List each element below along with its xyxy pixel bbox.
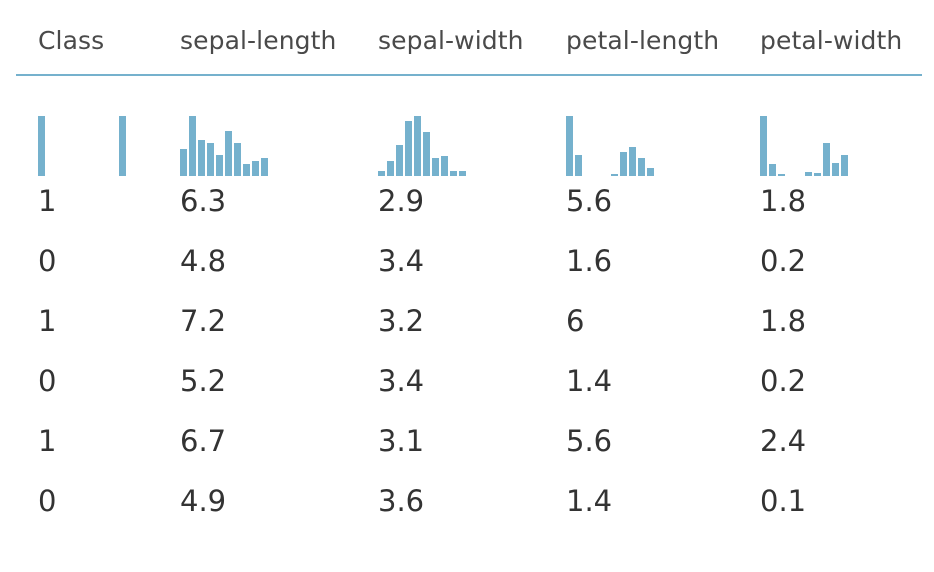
column-header-petal-width[interactable]: petal-width <box>760 26 902 55</box>
table-header: Class sepal-length sepal-width petal-len… <box>16 0 922 76</box>
histogram-bar <box>207 143 214 176</box>
histogram-bar <box>814 173 821 176</box>
histogram-bar <box>805 172 812 176</box>
cell-petal-length: 5.6 <box>566 184 613 218</box>
histogram-bar <box>198 140 205 176</box>
histogram-sepal-width <box>378 116 468 176</box>
table-body: 1 6.3 2.9 5.6 1.8 0 4.8 3.4 1.6 0.2 1 7.… <box>16 180 922 540</box>
column-header-sepal-width[interactable]: sepal-width <box>378 26 524 55</box>
histogram-bar <box>189 116 196 176</box>
histogram-bar <box>261 158 268 176</box>
histogram-bar <box>423 132 430 176</box>
histogram-bar <box>638 158 645 176</box>
histogram-bar <box>841 155 848 176</box>
cell-sepal-width: 3.2 <box>378 304 425 338</box>
cell-sepal-length: 5.2 <box>180 364 227 398</box>
histogram-row <box>16 76 922 180</box>
cell-petal-length: 1.4 <box>566 364 613 398</box>
cell-class: 0 <box>38 244 57 278</box>
histogram-bar <box>243 164 250 176</box>
cell-sepal-length: 7.2 <box>180 304 227 338</box>
cell-petal-width: 0.2 <box>760 364 807 398</box>
histogram-bar <box>234 143 241 176</box>
table-row[interactable]: 0 5.2 3.4 1.4 0.2 <box>16 360 922 420</box>
cell-petal-width: 0.1 <box>760 484 807 518</box>
cell-petal-width: 2.4 <box>760 424 807 458</box>
cell-petal-width: 0.2 <box>760 244 807 278</box>
histogram-bar <box>832 163 839 176</box>
histogram-bar <box>459 171 466 176</box>
histogram-bar <box>778 174 785 176</box>
histogram-bar <box>647 168 654 176</box>
cell-sepal-length: 6.7 <box>180 424 227 458</box>
cell-sepal-width: 3.4 <box>378 244 425 278</box>
cell-petal-length: 1.4 <box>566 484 613 518</box>
table-row[interactable]: 0 4.8 3.4 1.6 0.2 <box>16 240 922 300</box>
cell-class: 0 <box>38 484 57 518</box>
cell-sepal-width: 2.9 <box>378 184 425 218</box>
cell-sepal-length: 4.9 <box>180 484 227 518</box>
histogram-bar <box>611 174 618 176</box>
histogram-bar <box>378 171 385 176</box>
histogram-bar <box>575 155 582 176</box>
histogram-bar <box>414 116 421 176</box>
cell-class: 1 <box>38 424 57 458</box>
histogram-class <box>38 116 128 176</box>
cell-petal-width: 1.8 <box>760 304 807 338</box>
histogram-bar <box>760 116 767 176</box>
cell-sepal-width: 3.6 <box>378 484 425 518</box>
cell-class: 1 <box>38 304 57 338</box>
table-row[interactable]: 0 4.9 3.6 1.4 0.1 <box>16 480 922 540</box>
cell-sepal-width: 3.1 <box>378 424 425 458</box>
histogram-bar <box>119 116 126 176</box>
cell-sepal-width: 3.4 <box>378 364 425 398</box>
histogram-bar <box>396 145 403 176</box>
cell-petal-length: 1.6 <box>566 244 613 278</box>
histogram-bar <box>38 116 45 176</box>
histogram-bar <box>387 161 394 176</box>
histogram-bar <box>629 147 636 176</box>
cell-class: 0 <box>38 364 57 398</box>
histogram-bar <box>405 121 412 176</box>
histogram-bar <box>769 164 776 176</box>
histogram-bar <box>180 149 187 176</box>
column-header-sepal-length[interactable]: sepal-length <box>180 26 336 55</box>
histogram-bar <box>450 171 457 176</box>
cell-sepal-length: 4.8 <box>180 244 227 278</box>
column-header-class[interactable]: Class <box>38 26 104 55</box>
cell-petal-length: 6 <box>566 304 585 338</box>
histogram-petal-length <box>566 116 656 176</box>
histogram-bar <box>432 158 439 176</box>
histogram-bar <box>252 161 259 176</box>
table-row[interactable]: 1 6.7 3.1 5.6 2.4 <box>16 420 922 480</box>
histogram-bar <box>620 152 627 176</box>
table-row[interactable]: 1 6.3 2.9 5.6 1.8 <box>16 180 922 240</box>
table-row[interactable]: 1 7.2 3.2 6 1.8 <box>16 300 922 360</box>
cell-sepal-length: 6.3 <box>180 184 227 218</box>
histogram-bar <box>566 116 573 176</box>
histogram-bar <box>225 131 232 176</box>
histogram-sepal-length <box>180 116 270 176</box>
histogram-bar <box>441 156 448 176</box>
cell-petal-width: 1.8 <box>760 184 807 218</box>
histogram-bar <box>216 155 223 176</box>
histogram-bar <box>823 143 830 176</box>
histogram-petal-width <box>760 116 850 176</box>
cell-class: 1 <box>38 184 57 218</box>
cell-petal-length: 5.6 <box>566 424 613 458</box>
column-header-petal-length[interactable]: petal-length <box>566 26 719 55</box>
data-table: Class sepal-length sepal-width petal-len… <box>16 0 922 540</box>
